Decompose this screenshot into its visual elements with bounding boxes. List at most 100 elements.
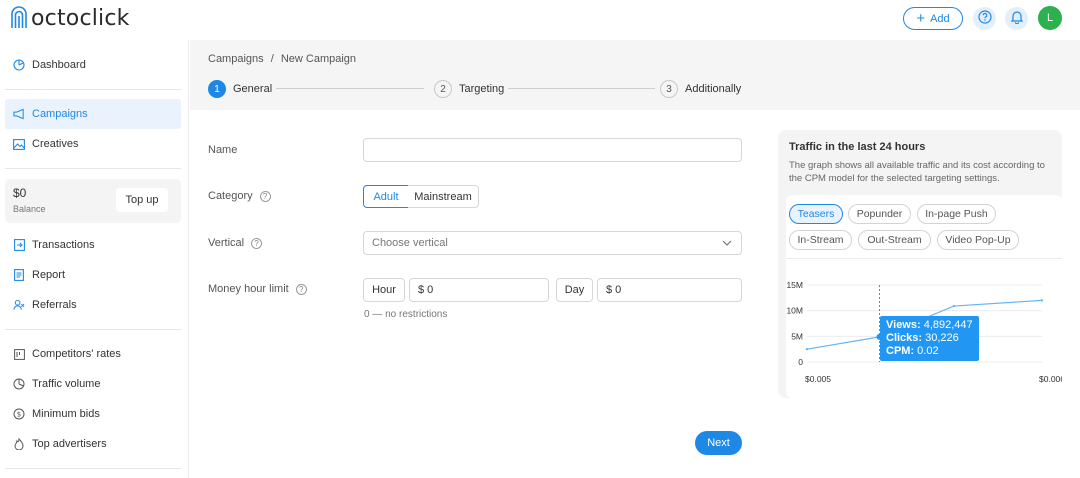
add-button-label: Add [930, 12, 950, 25]
image-icon [13, 138, 25, 150]
help-icon[interactable]: ? [251, 237, 263, 249]
balance-label: Balance [13, 204, 46, 214]
next-button[interactable]: Next [695, 431, 742, 455]
hour-limit-input[interactable]: $ 0 [409, 278, 549, 302]
chart-x-tick-label: $0.005 [805, 374, 831, 384]
category-option-adult[interactable]: Adult [363, 185, 409, 208]
tooltip-clicks: Clicks: 30,226 [886, 332, 973, 345]
category-label: Category ? [208, 190, 271, 202]
help-icon[interactable]: ? [295, 283, 307, 295]
step-connector [508, 88, 655, 89]
vertical-select[interactable]: Choose vertical [363, 231, 742, 255]
sidebar-item-label: Campaigns [32, 108, 88, 120]
step-targeting[interactable]: 2 Targeting [434, 80, 504, 98]
sidebar-item-minimum-bids[interactable]: $ Minimum bids [5, 399, 181, 429]
avatar[interactable]: L [1038, 6, 1062, 30]
sidebar-item-label: Competitors' rates [32, 348, 121, 360]
flame-icon [13, 438, 25, 450]
sidebar-item-creatives[interactable]: Creatives [5, 129, 181, 159]
sidebar-item-transactions[interactable]: Transactions [5, 230, 181, 260]
question-circle-icon [977, 10, 992, 27]
step-general[interactable]: 1 General [208, 80, 272, 98]
sidebar-item-report[interactable]: Report [5, 260, 181, 290]
sidebar-item-label: Transactions [32, 239, 95, 251]
day-limit-input[interactable]: $ 0 [597, 278, 742, 302]
logo-text: octoclick [31, 6, 130, 31]
plus-icon: + [916, 10, 926, 27]
balance-card: $0 Balance Top up [5, 179, 181, 223]
dollar-icon: $ [13, 408, 25, 420]
help-button[interactable] [973, 7, 996, 30]
chip-video-pop-up[interactable]: Video Pop-Up [937, 230, 1019, 250]
sidebar-item-dashboard[interactable]: Dashboard [5, 50, 181, 80]
balance-amount: $0 [13, 186, 27, 200]
traffic-panel-title: Traffic in the last 24 hours [789, 141, 926, 153]
chart-point [1040, 299, 1044, 302]
sidebar-item-competitors-rates[interactable]: Competitors' rates [5, 339, 181, 369]
name-label-text: Name [208, 144, 238, 156]
step-label: Targeting [459, 83, 505, 95]
sidebar-item-label: Minimum bids [32, 408, 100, 420]
top-up-button[interactable]: Top up [116, 188, 168, 212]
sidebar-item-campaigns[interactable]: Campaigns [5, 99, 181, 129]
sidebar-divider [5, 168, 181, 169]
rates-icon [13, 348, 25, 360]
day-addon: Day [556, 278, 593, 302]
chart-y-tick-label: 5M [791, 331, 803, 341]
tooltip-views: Views: 4,892,447 [886, 319, 973, 332]
sidebar-item-label: Creatives [32, 138, 79, 150]
chip-in-stream[interactable]: In-Stream [789, 230, 852, 250]
tooltip-clicks-label: Clicks: [886, 332, 923, 344]
tooltip-cpm-label: CPM: [886, 345, 915, 357]
breadcrumb-current: New Campaign [280, 53, 357, 65]
tooltip-views-value: 4,892,447 [923, 319, 973, 331]
sidebar: Dashboard Campaigns Creatives $0 Balance… [0, 40, 189, 478]
notifications-button[interactable] [1005, 7, 1028, 30]
pie-icon [13, 378, 25, 390]
chip-popunder[interactable]: Popunder [848, 204, 911, 224]
tooltip-cpm-value: 0.02 [917, 345, 939, 357]
logo[interactable]: octoclick [10, 4, 130, 33]
sidebar-item-label: Top advertisers [32, 438, 107, 450]
hour-addon: Hour [363, 278, 405, 302]
vertical-select-placeholder: Choose vertical [372, 237, 448, 249]
add-button[interactable]: + Add [903, 7, 963, 30]
sidebar-item-top-advertisers[interactable]: Top advertisers [5, 429, 181, 459]
chart-point [805, 347, 809, 351]
sidebar-item-label: Traffic volume [32, 378, 101, 390]
sidebar-item-referrals[interactable]: Referrals [5, 290, 181, 320]
octopus-logo-icon [10, 4, 28, 33]
chart-x-tick-label: $0.0062 [1039, 374, 1062, 384]
sidebar-item-traffic-volume[interactable]: Traffic volume [5, 369, 181, 399]
sidebar-divider [5, 329, 181, 330]
vertical-label: Vertical ? [208, 237, 263, 249]
step-number: 3 [660, 80, 678, 98]
step-additionally[interactable]: 3 Additionally [660, 80, 741, 98]
step-label: General [233, 83, 273, 95]
transactions-icon [13, 239, 25, 251]
page-header: Campaigns / New Campaign 1 General 2 Tar… [190, 40, 1080, 110]
sidebar-item-label: Report [32, 269, 66, 281]
name-label: Name [208, 144, 237, 156]
category-option-mainstream[interactable]: Mainstream [408, 185, 479, 208]
help-icon[interactable]: ? [259, 190, 271, 202]
chip-in-page-push[interactable]: In-page Push [917, 204, 996, 224]
chip-out-stream[interactable]: Out-Stream [858, 230, 931, 250]
tooltip-clicks-value: 30,226 [925, 332, 959, 344]
chart-y-tick-label: 0 [798, 357, 803, 367]
step-label: Additionally [685, 83, 742, 95]
sidebar-divider [5, 89, 181, 90]
step-number: 2 [434, 80, 452, 98]
tooltip-cpm: CPM: 0.02 [886, 345, 973, 358]
breadcrumb-parent[interactable]: Campaigns [208, 53, 264, 65]
chevron-down-icon [722, 238, 732, 250]
money-label-text: Money hour limit [208, 283, 289, 295]
tooltip-views-label: Views: [886, 319, 921, 331]
chart-tooltip: Views: 4,892,447 Clicks: 30,226 CPM: 0.0… [880, 316, 979, 361]
chip-teasers[interactable]: Teasers [789, 204, 843, 224]
step-number: 1 [208, 80, 226, 98]
breadcrumb: Campaigns / New Campaign [208, 53, 356, 65]
name-input[interactable] [363, 138, 742, 162]
breadcrumb-separator: / [270, 53, 274, 65]
top-bar: octoclick + Add L [0, 0, 1080, 40]
